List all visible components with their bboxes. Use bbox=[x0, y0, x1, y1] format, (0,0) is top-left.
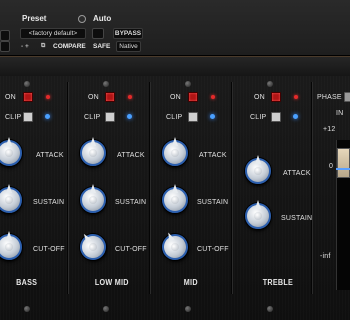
attack-knob[interactable] bbox=[162, 137, 188, 166]
preset-menu-icon[interactable] bbox=[78, 15, 86, 23]
screw-icon bbox=[185, 81, 191, 87]
screw-icon bbox=[103, 306, 109, 312]
clip-led bbox=[127, 114, 132, 119]
screw-icon bbox=[185, 306, 191, 312]
screw-icon bbox=[103, 81, 109, 87]
clip-button[interactable] bbox=[271, 112, 281, 122]
attack-knob[interactable] bbox=[245, 155, 271, 184]
attack-knob[interactable] bbox=[80, 137, 106, 166]
sustain-label: SUSTAIN bbox=[197, 199, 229, 206]
screw-icon bbox=[24, 81, 30, 87]
on-button[interactable] bbox=[271, 92, 281, 102]
on-led bbox=[46, 95, 50, 99]
preset-label: Preset bbox=[22, 14, 47, 23]
scale-zero-label: 0 bbox=[329, 163, 334, 170]
band-label: BASS bbox=[16, 278, 38, 287]
compare-button[interactable]: COMPARE bbox=[53, 43, 86, 50]
sustain-label: SUSTAIN bbox=[281, 215, 313, 222]
clip-label: CLIP bbox=[166, 114, 183, 121]
sustain-knob[interactable] bbox=[80, 184, 106, 213]
on-label: ON bbox=[5, 94, 16, 101]
sustain-knob[interactable] bbox=[245, 200, 271, 229]
in-label: IN bbox=[336, 110, 344, 117]
clip-button[interactable] bbox=[188, 112, 198, 122]
auto-label: Auto bbox=[93, 14, 112, 23]
on-label: ON bbox=[170, 94, 181, 101]
on-led bbox=[128, 95, 132, 99]
on-led bbox=[211, 95, 215, 99]
automation-button[interactable] bbox=[92, 28, 104, 39]
output-fader[interactable] bbox=[337, 148, 350, 178]
sustain-label: SUSTAIN bbox=[115, 199, 147, 206]
on-button[interactable] bbox=[188, 92, 198, 102]
attack-label: ATTACK bbox=[36, 152, 64, 159]
clip-led bbox=[293, 114, 298, 119]
on-led bbox=[294, 95, 298, 99]
scale-bottom-label: -inf bbox=[320, 253, 331, 260]
copy-icon[interactable]: ⧉ bbox=[41, 43, 45, 50]
channel-divider bbox=[149, 82, 150, 294]
attack-label: ATTACK bbox=[117, 152, 145, 159]
attack-label: ATTACK bbox=[199, 152, 227, 159]
phase-label: PHASE bbox=[317, 94, 342, 101]
channel-divider bbox=[231, 82, 232, 294]
channel-divider bbox=[311, 82, 312, 294]
preset-step-buttons[interactable]: - + bbox=[21, 43, 29, 50]
preset-selector[interactable]: <factory default> bbox=[20, 28, 86, 39]
plugin-header: Preset Auto <factory default> BYPASS - +… bbox=[0, 0, 350, 56]
band-label: MID bbox=[183, 278, 198, 287]
sustain-knob[interactable] bbox=[162, 184, 188, 213]
screw-icon bbox=[267, 81, 273, 87]
clip-label: CLIP bbox=[5, 114, 22, 121]
band-label: TREBLE bbox=[262, 278, 294, 287]
clip-label: CLIP bbox=[84, 114, 101, 121]
safe-button[interactable]: SAFE bbox=[93, 43, 110, 50]
phase-button[interactable] bbox=[344, 92, 350, 102]
on-button[interactable] bbox=[105, 92, 115, 102]
clip-led bbox=[45, 114, 50, 119]
on-button[interactable] bbox=[23, 92, 33, 102]
scale-top-label: +12 bbox=[323, 126, 336, 133]
channel-divider bbox=[67, 82, 68, 294]
top-rail bbox=[0, 56, 350, 76]
clip-led bbox=[210, 114, 215, 119]
insert-selector-button[interactable] bbox=[0, 41, 10, 52]
screw-icon bbox=[24, 306, 30, 312]
native-indicator: Native bbox=[116, 41, 141, 52]
clip-button[interactable] bbox=[105, 112, 115, 122]
fader-indicator bbox=[336, 168, 350, 170]
cutoff-label: CUT-OFF bbox=[115, 246, 147, 253]
cutoff-label: CUT-OFF bbox=[197, 246, 229, 253]
sustain-label: SUSTAIN bbox=[33, 199, 65, 206]
track-selector-button[interactable] bbox=[0, 30, 10, 41]
on-label: ON bbox=[254, 94, 265, 101]
screw-icon bbox=[267, 306, 273, 312]
clip-button[interactable] bbox=[23, 112, 33, 122]
bypass-button[interactable]: BYPASS bbox=[113, 28, 143, 39]
attack-label: ATTACK bbox=[283, 170, 311, 177]
cutoff-label: CUT-OFF bbox=[33, 246, 65, 253]
band-label: LOW MID bbox=[94, 278, 129, 287]
clip-label: CLIP bbox=[250, 114, 267, 121]
on-label: ON bbox=[88, 94, 99, 101]
